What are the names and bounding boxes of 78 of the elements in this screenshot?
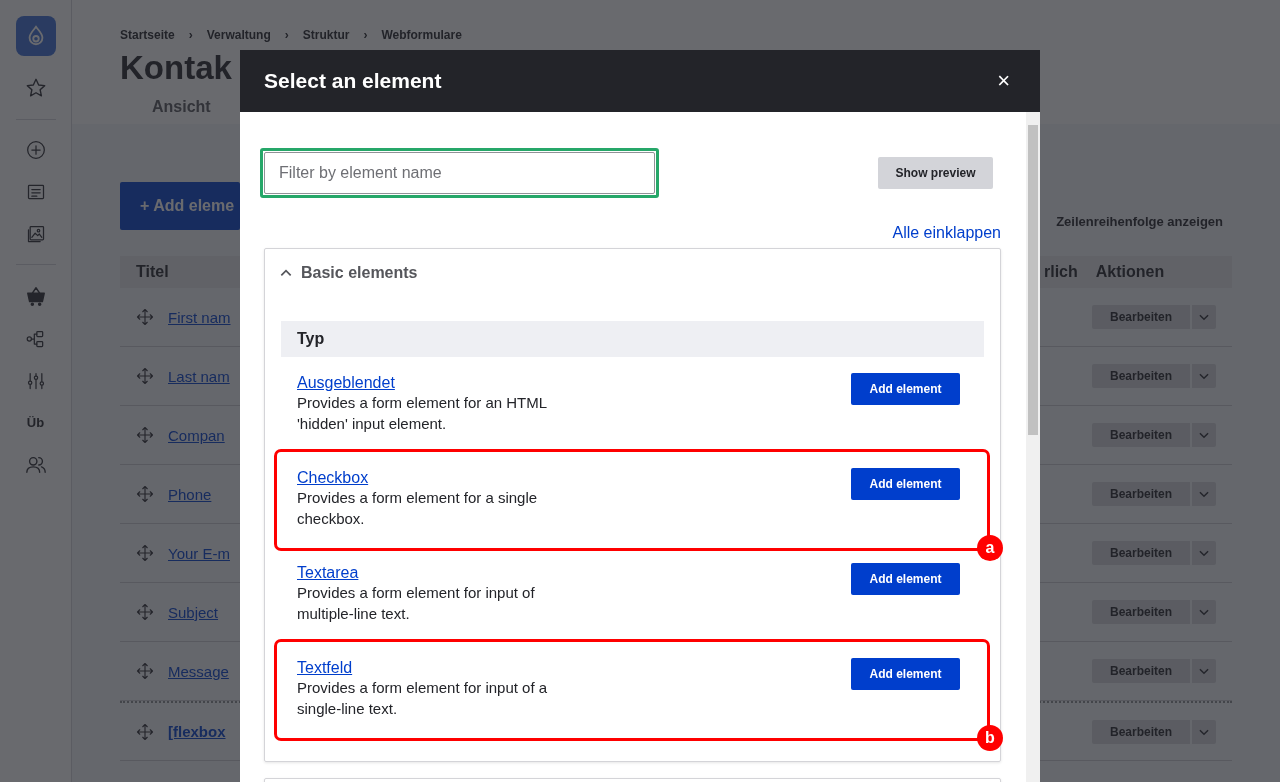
add-icon[interactable]	[25, 140, 46, 160]
star-icon[interactable]	[24, 77, 47, 99]
logo-icon[interactable]	[15, 16, 56, 56]
image-icon[interactable]	[25, 224, 46, 244]
move-handle-icon[interactable]	[136, 603, 154, 621]
scrollbar-thumb[interactable]	[1028, 125, 1038, 435]
breadcrumb-link[interactable]: Startseite	[120, 28, 175, 42]
collapse-all-link[interactable]: Alle einklappen	[892, 224, 1001, 241]
scrollbar[interactable]	[1026, 112, 1040, 782]
breadcrumb-separator: ›	[188, 28, 193, 42]
people-icon[interactable]	[24, 454, 47, 476]
sliders-icon[interactable]	[25, 371, 46, 391]
move-handle-icon[interactable]	[136, 367, 154, 385]
element-link[interactable]: Ausgeblendet	[297, 373, 395, 393]
dropdown-toggle[interactable]	[1192, 482, 1216, 506]
element-link[interactable]: Textfeld	[297, 658, 353, 678]
move-handle-icon[interactable]	[136, 426, 154, 444]
element-link[interactable]: First nam	[168, 308, 231, 326]
edit-button[interactable]: Bearbeiten	[1092, 541, 1190, 565]
edit-button[interactable]: Bearbeiten	[1092, 423, 1190, 447]
column-header: Typ	[281, 321, 984, 357]
element-link[interactable]: Textarea	[297, 563, 359, 583]
edit-button[interactable]: Bearbeiten	[1092, 305, 1190, 329]
move-handle-icon[interactable]	[136, 662, 154, 680]
basket-icon[interactable]	[24, 285, 47, 307]
breadcrumb-link[interactable]: Struktur	[302, 28, 350, 42]
row-order-link[interactable]: Zeilenreihenfolge anzeigen	[1056, 214, 1223, 229]
dropdown-toggle[interactable]	[1192, 541, 1216, 565]
element-link[interactable]: Checkbox	[297, 468, 369, 488]
element-description: Provides a form element for an HTML 'hidden' input element.	[297, 393, 548, 434]
breadcrumb-separator: ›	[363, 28, 368, 42]
annotation-badge: a	[977, 535, 1003, 561]
element-link[interactable]: Your E-m	[168, 544, 230, 562]
move-handle-icon[interactable]	[136, 485, 154, 503]
edit-button[interactable]: Bearbeiten	[1092, 364, 1190, 388]
list-icon[interactable]	[25, 182, 46, 202]
hierarchy-icon[interactable]	[25, 329, 46, 349]
column-header: Titel	[136, 263, 169, 281]
annotation-badge: b	[977, 725, 1003, 751]
breadcrumb-link[interactable]: Webformulare	[381, 28, 462, 42]
element-link[interactable]: Compan	[168, 426, 225, 444]
element-link[interactable]: Message	[168, 662, 229, 680]
element-link[interactable]: Subject	[168, 603, 219, 621]
add-element-button[interactable]: Add element	[851, 563, 960, 595]
column-header: rlich	[1044, 263, 1078, 281]
move-handle-icon[interactable]	[136, 308, 154, 326]
dropdown-toggle[interactable]	[1192, 305, 1216, 329]
move-handle-icon[interactable]	[136, 722, 154, 741]
edit-button[interactable]: Bearbeiten	[1092, 719, 1190, 744]
element-description: Provides a form element for input of a single-line text.	[297, 678, 549, 719]
element-link[interactable]: Phone	[168, 485, 212, 503]
add-element-button[interactable]: + Add eleme	[120, 182, 240, 230]
edit-button[interactable]: Bearbeiten	[1092, 659, 1190, 683]
dropdown-toggle[interactable]	[1192, 719, 1216, 744]
breadcrumb-link[interactable]: Verwaltung	[206, 28, 271, 42]
move-handle-icon[interactable]	[136, 544, 154, 562]
dialog-title: Select an element	[264, 69, 442, 93]
add-element-button[interactable]: Add element	[851, 658, 960, 690]
dropdown-toggle[interactable]	[1192, 364, 1216, 388]
element-link[interactable]: [flexbox	[168, 723, 226, 740]
breadcrumb-separator: ›	[284, 28, 289, 42]
filter-field[interactable]: Filter by element name	[260, 148, 659, 198]
show-preview-button[interactable]: Show preview	[878, 157, 993, 189]
edit-button[interactable]: Bearbeiten	[1092, 600, 1190, 624]
dropdown-toggle[interactable]	[1192, 659, 1216, 683]
section-title[interactable]: Basic elements	[301, 264, 418, 282]
element-link[interactable]: Last nam	[168, 367, 230, 385]
dropdown-toggle[interactable]	[1192, 423, 1216, 447]
menu-item[interactable]: Üb	[26, 415, 45, 430]
element-description: Provides a form element for a single checkbox.	[297, 488, 539, 529]
add-element-button[interactable]: Add element	[851, 468, 960, 500]
edit-button[interactable]: Bearbeiten	[1092, 482, 1190, 506]
dropdown-toggle[interactable]	[1192, 600, 1216, 624]
element-description: Provides a form element for input of multiple-line text.	[297, 583, 536, 624]
close-button[interactable]: ×	[997, 70, 1010, 92]
add-element-button[interactable]: Add element	[851, 373, 960, 405]
page-title: Kontak	[120, 48, 232, 88]
column-header: Aktionen	[1095, 263, 1165, 281]
